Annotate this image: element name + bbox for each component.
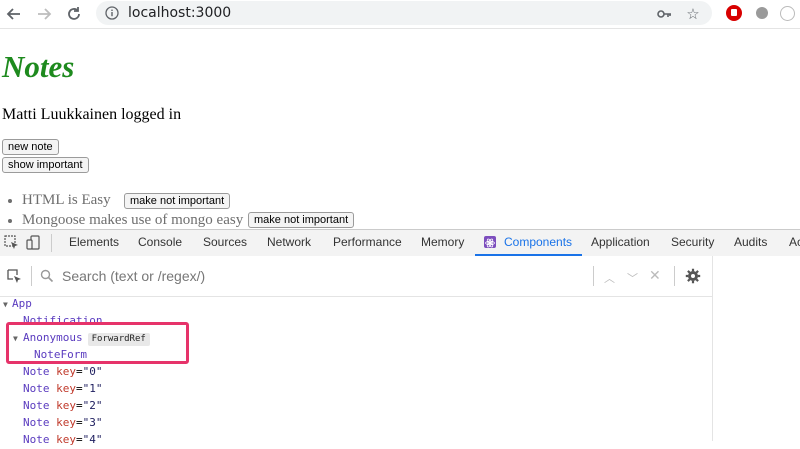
select-element-icon[interactable]: [6, 268, 22, 284]
key-attribute: key: [56, 382, 76, 395]
react-logo-icon: [484, 236, 496, 248]
bullet-icon: [8, 199, 12, 203]
component-name: Note: [23, 433, 50, 446]
key-attribute: key: [56, 365, 76, 378]
component-name: Note: [23, 365, 50, 378]
previous-result-icon[interactable]: ︿: [604, 270, 615, 286]
tab-sources[interactable]: Sources: [203, 235, 247, 249]
browser-toolbar: localhost:3000 ☆: [0, 0, 800, 29]
tab-console[interactable]: Console: [138, 235, 182, 249]
star-icon[interactable]: ☆: [685, 6, 701, 23]
tab-security[interactable]: Security: [671, 235, 714, 249]
tab-memory[interactable]: Memory: [421, 235, 464, 249]
note-item: Mongoose makes use of mongo easy: [8, 212, 244, 229]
tree-row-note[interactable]: Note key="1": [0, 382, 103, 398]
note-content: Mongoose makes use of mongo easy: [22, 212, 244, 228]
react-devtools-extension-icon[interactable]: [780, 6, 795, 21]
new-note-button[interactable]: new note: [2, 139, 59, 155]
components-search-bar: Search (text or /regex/) ︿ ﹀ ✕: [0, 256, 712, 297]
key-value: "4": [82, 433, 103, 446]
make-not-important-button[interactable]: make not important: [124, 193, 231, 209]
key-attribute: key: [56, 433, 76, 446]
url-text[interactable]: localhost:3000: [128, 5, 231, 21]
tab-application[interactable]: Application: [591, 235, 650, 249]
next-result-icon[interactable]: ﹀: [627, 270, 638, 286]
tree-row-note[interactable]: Note key="2": [0, 399, 103, 415]
search-input[interactable]: Search (text or /regex/): [62, 268, 205, 284]
adblock-extension-icon[interactable]: [726, 5, 742, 21]
show-important-button[interactable]: show important: [2, 157, 89, 173]
make-not-important-button[interactable]: make not important: [248, 212, 355, 228]
device-toolbar-icon[interactable]: [26, 235, 42, 251]
key-value: "1": [82, 382, 103, 395]
expand-caret-icon[interactable]: ▼: [3, 300, 8, 309]
bullet-icon: [8, 219, 12, 223]
highlight-annotation-box: [6, 322, 189, 364]
info-icon[interactable]: [105, 6, 119, 20]
component-name: Note: [23, 399, 50, 412]
key-value: "0": [82, 365, 103, 378]
gear-icon[interactable]: [685, 268, 701, 284]
tree-row-note[interactable]: Note key="3": [0, 416, 103, 432]
tab-network[interactable]: Network: [267, 235, 311, 249]
devtools-tab-bar: Elements Console Sources Network Perform…: [0, 229, 800, 257]
component-tree: ▼ App Notification ▼ Anonymous ForwardRef…: [0, 297, 712, 446]
key-attribute: key: [56, 416, 76, 429]
tab-more[interactable]: Ac: [789, 235, 800, 249]
tab-performance[interactable]: Performance: [333, 235, 402, 249]
page-title: Notes: [2, 49, 75, 84]
key-icon[interactable]: [656, 6, 672, 22]
tree-row-note[interactable]: Note key="0": [0, 365, 103, 381]
component-name: Note: [23, 382, 50, 395]
search-divider: [31, 266, 32, 286]
search-icon: [40, 269, 56, 285]
tree-row-note[interactable]: Note key="4": [0, 433, 103, 449]
component-name: App: [12, 297, 32, 310]
app-page: Notes Matti Luukkainen logged in new not…: [0, 29, 800, 229]
tab-audits[interactable]: Audits: [734, 235, 767, 249]
back-arrow-icon[interactable]: [4, 4, 24, 24]
tab-components[interactable]: Components: [504, 235, 572, 249]
logged-in-text: Matti Luukkainen logged in: [2, 106, 182, 123]
reload-icon[interactable]: [64, 4, 84, 24]
extension-icon[interactable]: [756, 7, 768, 19]
component-name: Note: [23, 416, 50, 429]
toolbar-divider: [51, 234, 52, 252]
component-details-pane: [712, 256, 800, 441]
note-item: HTML is Easy: [8, 192, 111, 209]
forward-arrow-icon[interactable]: [34, 4, 54, 24]
search-divider: [593, 266, 594, 286]
key-value: "2": [82, 399, 103, 412]
key-value: "3": [82, 416, 103, 429]
clear-search-icon[interactable]: ✕: [649, 267, 661, 284]
address-bar[interactable]: localhost:3000 ☆: [96, 1, 712, 25]
note-content: HTML is Easy: [22, 192, 111, 208]
inspect-element-icon[interactable]: [4, 235, 20, 251]
tree-row-app[interactable]: ▼ App: [0, 297, 32, 313]
search-divider: [674, 266, 675, 286]
tab-elements[interactable]: Elements: [69, 235, 119, 249]
key-attribute: key: [56, 399, 76, 412]
